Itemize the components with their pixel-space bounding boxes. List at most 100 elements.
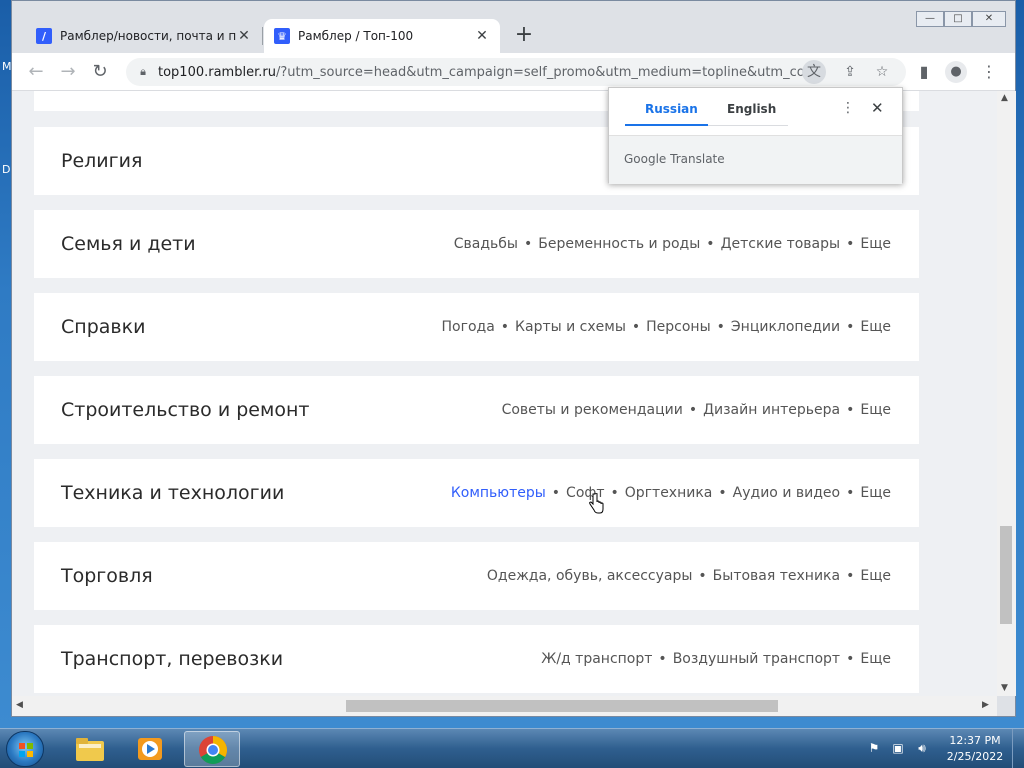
back-arrow-icon[interactable]: ←	[24, 60, 48, 84]
action-center-icon[interactable]: ⚑	[866, 741, 882, 757]
subcategory-link[interactable]: Погода	[442, 319, 495, 335]
system-clock[interactable]: 12:37 PM 2/25/2022	[940, 733, 1010, 765]
subcategory-link[interactable]: Детские товары	[721, 236, 841, 252]
separator-dot: •	[846, 485, 855, 501]
translate-popup: Russian English ⋮ ✕ Google Translate	[608, 87, 903, 184]
category-card: Справки Погода • Карты и схемы • Персоны • Энци…	[34, 293, 919, 361]
subcategory-link[interactable]: Воздушный транспорт	[673, 651, 840, 667]
subcategory-link[interactable]: Ж/д транспорт	[541, 651, 652, 667]
subcategory-link[interactable]: Бытовая техника	[713, 568, 840, 584]
separator-dot: •	[846, 568, 855, 584]
category-title[interactable]: Справки	[61, 316, 145, 338]
subcategory-link[interactable]: Аудио и видео	[733, 485, 840, 501]
menu-kebab-icon[interactable]: ⋮	[977, 60, 1001, 84]
tab-rambler-top100[interactable]: ♛ Рамблер / Топ-100 ✕	[264, 19, 500, 53]
subcategory-links: Свадьбы • Беременность и роды • Детские това…	[454, 236, 891, 252]
lock-icon[interactable]: 🔒︎	[136, 65, 150, 79]
more-link[interactable]: Еще	[860, 568, 891, 584]
chrome-taskbar-button[interactable]	[184, 731, 240, 767]
subcategory-link[interactable]: Свадьбы	[454, 236, 518, 252]
category-title[interactable]: Семья и дети	[61, 233, 196, 255]
translate-icon[interactable]: 文	[802, 60, 826, 84]
close-window-button[interactable]: ✕	[972, 11, 1006, 27]
folder-icon	[76, 738, 104, 761]
category-title[interactable]: Религия	[61, 150, 142, 172]
more-link[interactable]: Еще	[860, 402, 891, 418]
taskbar: ⚑ ▣ 🔊︎ 12:37 PM 2/25/2022	[0, 728, 1024, 768]
clock-date: 2/25/2022	[946, 750, 1004, 763]
separator-dot: •	[846, 651, 855, 667]
forward-arrow-icon[interactable]: →	[56, 60, 80, 84]
media-player-taskbar-button[interactable]	[122, 731, 178, 767]
google-translate-brand: Google Translate	[624, 152, 725, 166]
scroll-left-icon[interactable]: ◀	[16, 700, 23, 710]
vertical-scroll-thumb[interactable]	[1000, 526, 1012, 624]
more-link[interactable]: Еще	[860, 485, 891, 501]
volume-icon[interactable]: 🔊︎	[914, 741, 930, 757]
address-bar[interactable]: 🔒︎ top100.rambler.ru/?utm_source=head&ut…	[126, 58, 906, 86]
subcategory-links: Ж/д транспорт • Воздушный транспорт • Еще	[541, 651, 891, 667]
tab-rambler-news[interactable]: / Рамблер/новости, почта и поис ✕	[26, 19, 262, 53]
reload-icon[interactable]: ↻	[88, 60, 112, 84]
translate-target-tab[interactable]: English	[727, 102, 776, 116]
translate-options-icon[interactable]: ⋮	[841, 100, 855, 116]
share-icon[interactable]: ⇪	[838, 60, 862, 84]
maximize-button[interactable]: □	[944, 11, 972, 27]
separator-dot: •	[698, 568, 707, 584]
subcategory-link[interactable]: Одежда, обувь, аксессуары	[487, 568, 693, 584]
side-panel-icon[interactable]: ▮	[912, 60, 936, 84]
bookmark-star-icon[interactable]: ☆	[870, 60, 894, 84]
scroll-up-icon[interactable]: ▲	[1001, 93, 1008, 103]
subcategory-link[interactable]: Дизайн интерьера	[703, 402, 840, 418]
separator-dot: •	[500, 319, 510, 335]
browser-window: / Рамблер/новости, почта и поис ✕ ♛ Рамб…	[11, 0, 1016, 717]
network-icon[interactable]: ▣	[890, 741, 906, 757]
horizontal-scroll-thumb[interactable]	[346, 700, 778, 712]
category-card: Транспорт, перевозки Ж/д транспорт • Воздуш…	[34, 625, 919, 693]
translate-footer: Google Translate	[609, 135, 902, 184]
tab-strip: / Рамблер/новости, почта и поис ✕ ♛ Рамб…	[12, 1, 1015, 53]
start-button[interactable]	[6, 731, 44, 767]
category-card: Строительство и ремонт Советы и рекоменда…	[34, 376, 919, 444]
browser-toolbar: ← → ↻ 🔒︎ top100.rambler.ru/?utm_source=h…	[12, 53, 1015, 91]
scroll-right-icon[interactable]: ▶	[982, 700, 989, 710]
tab-close-icon[interactable]: ✕	[236, 28, 252, 44]
profile-avatar-icon[interactable]: ●	[945, 61, 967, 83]
subcategory-link[interactable]: Карты и схемы	[515, 319, 626, 335]
explorer-taskbar-button[interactable]	[62, 731, 118, 767]
more-link[interactable]: Еще	[860, 651, 891, 667]
url-text[interactable]: top100.rambler.ru/?utm_source=head&utm_c…	[158, 65, 818, 80]
separator-dot: •	[716, 319, 725, 335]
chrome-icon	[199, 736, 227, 764]
category-card: Семья и дети Свадьбы • Беременность и роды •…	[34, 210, 919, 278]
subcategory-link[interactable]: Энциклопедии	[731, 319, 840, 335]
more-link[interactable]: Еще	[860, 319, 891, 335]
more-link[interactable]: Еще	[860, 236, 891, 252]
hand-cursor-icon	[589, 493, 604, 514]
subcategory-link[interactable]: Компьютеры	[451, 485, 546, 501]
show-desktop-button[interactable]	[1012, 729, 1024, 768]
translate-close-icon[interactable]: ✕	[871, 99, 884, 117]
tab-close-icon[interactable]: ✕	[474, 28, 490, 44]
horizontal-scrollbar[interactable]: ◀ ▶	[12, 696, 997, 716]
tab-baseline	[708, 125, 788, 126]
category-title[interactable]: Транспорт, перевозки	[61, 648, 283, 670]
separator-dot: •	[523, 236, 533, 252]
minimize-button[interactable]: —	[916, 11, 944, 27]
desktop-icon-sliver: M D	[0, 58, 12, 198]
category-title[interactable]: Строительство и ремонт	[61, 399, 309, 421]
category-title[interactable]: Торговля	[61, 565, 153, 587]
translate-source-tab[interactable]: Russian	[645, 102, 698, 116]
category-title[interactable]: Техника и технологии	[61, 482, 284, 504]
subcategory-links: Компьютеры • Софт • Оргтехника • Аудио и видео…	[451, 485, 891, 501]
subcategory-link[interactable]: Советы и рекомендации	[502, 402, 683, 418]
media-player-icon	[138, 738, 162, 760]
vertical-scrollbar[interactable]: ▲ ▼	[997, 91, 1016, 696]
subcategory-link[interactable]: Беременность и роды	[538, 236, 700, 252]
scroll-down-icon[interactable]: ▼	[1001, 683, 1008, 693]
subcategory-link[interactable]: Оргтехника	[625, 485, 713, 501]
category-card: Техника и технологии Компьютеры • Софт • Оргт…	[34, 459, 919, 527]
new-tab-icon[interactable]: +	[512, 23, 536, 47]
separator-dot: •	[631, 319, 641, 335]
subcategory-link[interactable]: Персоны	[646, 319, 711, 335]
